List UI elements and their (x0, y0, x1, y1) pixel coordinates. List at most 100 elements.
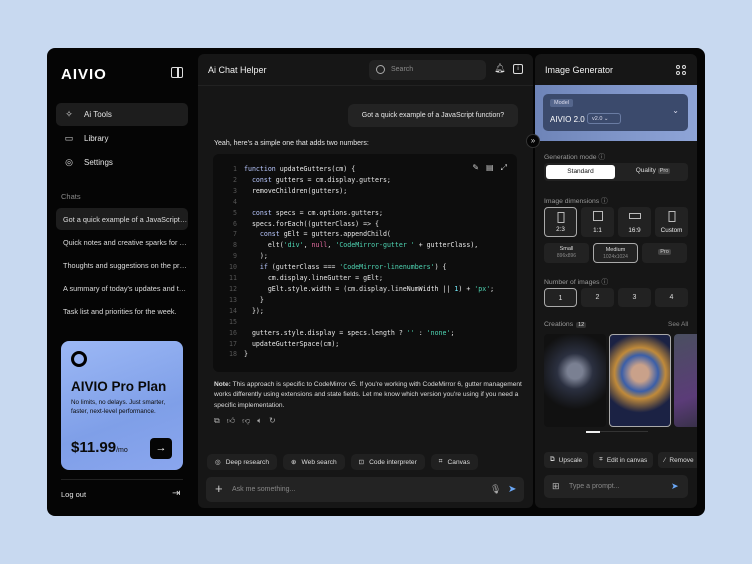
prompt-input[interactable]: ⊞ Type a prompt... ➤ (544, 475, 688, 498)
creation-image[interactable] (544, 334, 606, 427)
grid-icon[interactable] (676, 65, 686, 75)
mode-label: Quality (635, 167, 656, 174)
code-line: 2 const gutters = cm.display.gutters; (223, 175, 517, 186)
send-icon[interactable]: ➤ (671, 481, 679, 492)
message-actions: ⧉ 👍︎ 👎︎ 🔈︎ ↻ (214, 416, 276, 426)
image-add-icon[interactable]: ⊞ (552, 481, 560, 492)
size-pro[interactable]: Pro (642, 243, 687, 263)
code-token: gutters = cm.display.gutters; (275, 175, 391, 184)
chat-item[interactable]: Thoughts and suggestions on the project (56, 254, 188, 276)
creation-image[interactable] (674, 334, 697, 427)
thumbs-up-icon[interactable]: 👍︎ (227, 416, 235, 426)
chat-item[interactable]: A summary of today's updates and tasks (56, 277, 188, 299)
expand-icon[interactable]: ⤢ (501, 163, 507, 174)
code-token: 'none' (426, 328, 451, 337)
user-message: Got a quick example of a JavaScript func… (348, 104, 518, 127)
prompt-placeholder[interactable]: Type a prompt... (569, 483, 620, 490)
version-select[interactable]: v2.0 ⌄ (587, 113, 621, 124)
size-small[interactable]: Small 896x896 (544, 243, 589, 263)
promo-title: AIVIO Pro Plan (71, 379, 167, 394)
code-token: 'CodeMirror-linenumbers' (339, 263, 435, 272)
mode-heading: Generation mode ⓘ (544, 154, 606, 161)
code-token: ); (244, 252, 268, 261)
expand-panel-icon[interactable]: » (526, 134, 540, 148)
mode-standard[interactable]: Standard (546, 165, 615, 179)
code-line: 18} (223, 349, 517, 360)
landscape-icon (628, 213, 641, 219)
chat-item[interactable]: Task list and priorities for the week. (56, 300, 188, 322)
line-number: 16 (229, 328, 237, 337)
image-count-options: 1 2 3 4 (544, 288, 688, 307)
info-icon[interactable]: i (513, 64, 523, 74)
canvas-button[interactable]: ⌗ Canvas (430, 454, 478, 470)
model-select[interactable]: Model AIVIO 2.0 v2.0 ⌄ ⌄ (543, 94, 688, 131)
wand-icon: ⁄ (664, 456, 666, 464)
line-number: 7 (233, 230, 237, 239)
code-line: 7 const gElt = gutters.appendChild( (223, 229, 517, 240)
web-search-button[interactable]: ⊕ Web search (283, 454, 345, 470)
line-number: 18 (229, 350, 237, 359)
deep-research-button[interactable]: ◎ Deep research (207, 454, 278, 470)
count-2[interactable]: 2 (581, 288, 614, 307)
carousel-scrollbar[interactable] (586, 430, 648, 433)
app-window: AIVIO ✧ Ai Tools ▭ Library ◎ Settings Chats… (47, 48, 705, 516)
nav-label: Ai Tools (84, 110, 112, 119)
dim-1-1[interactable]: 1:1 (581, 207, 614, 237)
image-generator-panel: Image Generator Model AIVIO 2.0 v2.0 ⌄ ⌄… (535, 54, 697, 508)
count-4[interactable]: 4 (655, 288, 688, 307)
code-token: } (244, 295, 264, 304)
upscale-button[interactable]: ⧉ Upscale (544, 452, 589, 468)
line-number: 14 (229, 306, 237, 315)
pro-badge: Pro (658, 249, 671, 255)
edit-in-canvas-button[interactable]: ⌗ Edit in canvas (593, 452, 654, 468)
chat-item[interactable]: Quick notes and creative sparks for toda… (56, 231, 188, 253)
nav-library[interactable]: ▭ Library (56, 127, 188, 150)
send-icon[interactable]: ➤ (508, 484, 516, 495)
microphone-icon[interactable]: 🎙︎ (490, 484, 501, 495)
chat-input[interactable]: + Ask me something... 🎙︎ ➤ (206, 477, 524, 502)
plus-icon[interactable]: + (215, 481, 223, 496)
nav-ai-tools[interactable]: ✧ Ai Tools (56, 103, 188, 126)
code-token: '' (406, 328, 415, 337)
remove-button[interactable]: ⁄ Remove (658, 452, 697, 468)
upgrade-button[interactable]: → (150, 438, 172, 459)
creation-image[interactable] (609, 334, 671, 427)
speaker-icon[interactable]: 🔈︎ (257, 416, 262, 426)
chats-heading: Chats (61, 192, 81, 201)
sidebar-toggle-icon[interactable] (171, 67, 183, 78)
count-1[interactable]: 1 (544, 288, 577, 307)
size-name: Small (559, 246, 574, 252)
edit-icon[interactable]: ✎ (472, 163, 479, 174)
thumbs-down-icon[interactable]: 👎︎ (242, 416, 250, 426)
mode-quality[interactable]: Quality Pro (620, 167, 686, 174)
search-input[interactable]: Search (369, 60, 486, 80)
chat-input-placeholder[interactable]: Ask me something... (232, 486, 295, 493)
dim-2-3[interactable]: 2:3 (544, 207, 577, 237)
code-line: 14 }); (223, 306, 517, 317)
action-label: Edit in canvas (606, 456, 648, 464)
code-token: gElt.style.width = (cm.display.lineNumWi… (244, 284, 455, 293)
count-3[interactable]: 3 (618, 288, 651, 307)
chat-tools: ◎ Deep research ⊕ Web search ⊡ Code interpr… (207, 454, 478, 470)
heading-text: Number of images (544, 279, 600, 286)
code-line: 6 specs.forEach((gutterClass) => { (223, 219, 517, 230)
copy-icon[interactable]: ⧉ (214, 416, 220, 426)
logout-icon[interactable]: ⇥ (172, 488, 180, 499)
dim-label: 1:1 (593, 227, 602, 234)
dims-heading: Image dimensions ⓘ (544, 198, 608, 205)
chat-item[interactable]: Got a quick example of a JavaScript func… (56, 208, 188, 230)
see-all-link[interactable]: See All (668, 321, 688, 328)
line-number: 15 (229, 317, 237, 326)
chevron-down-icon[interactable]: ⌄ (672, 106, 679, 115)
nav-settings[interactable]: ◎ Settings (56, 151, 188, 174)
code-token: ) { (434, 263, 447, 272)
copy-icon[interactable]: ▤ (486, 163, 494, 174)
heading-text: Generation mode (544, 154, 597, 161)
bell-icon[interactable]: 🔔︎ (494, 63, 505, 74)
logout-link[interactable]: Log out (61, 490, 86, 499)
dim-16-9[interactable]: 16:9 (618, 207, 651, 237)
dim-custom[interactable]: Custom (655, 207, 688, 237)
code-interpreter-button[interactable]: ⊡ Code interpreter (350, 454, 425, 470)
size-medium[interactable]: Medium 1024x1024 (593, 243, 638, 263)
regenerate-icon[interactable]: ↻ (269, 416, 276, 426)
